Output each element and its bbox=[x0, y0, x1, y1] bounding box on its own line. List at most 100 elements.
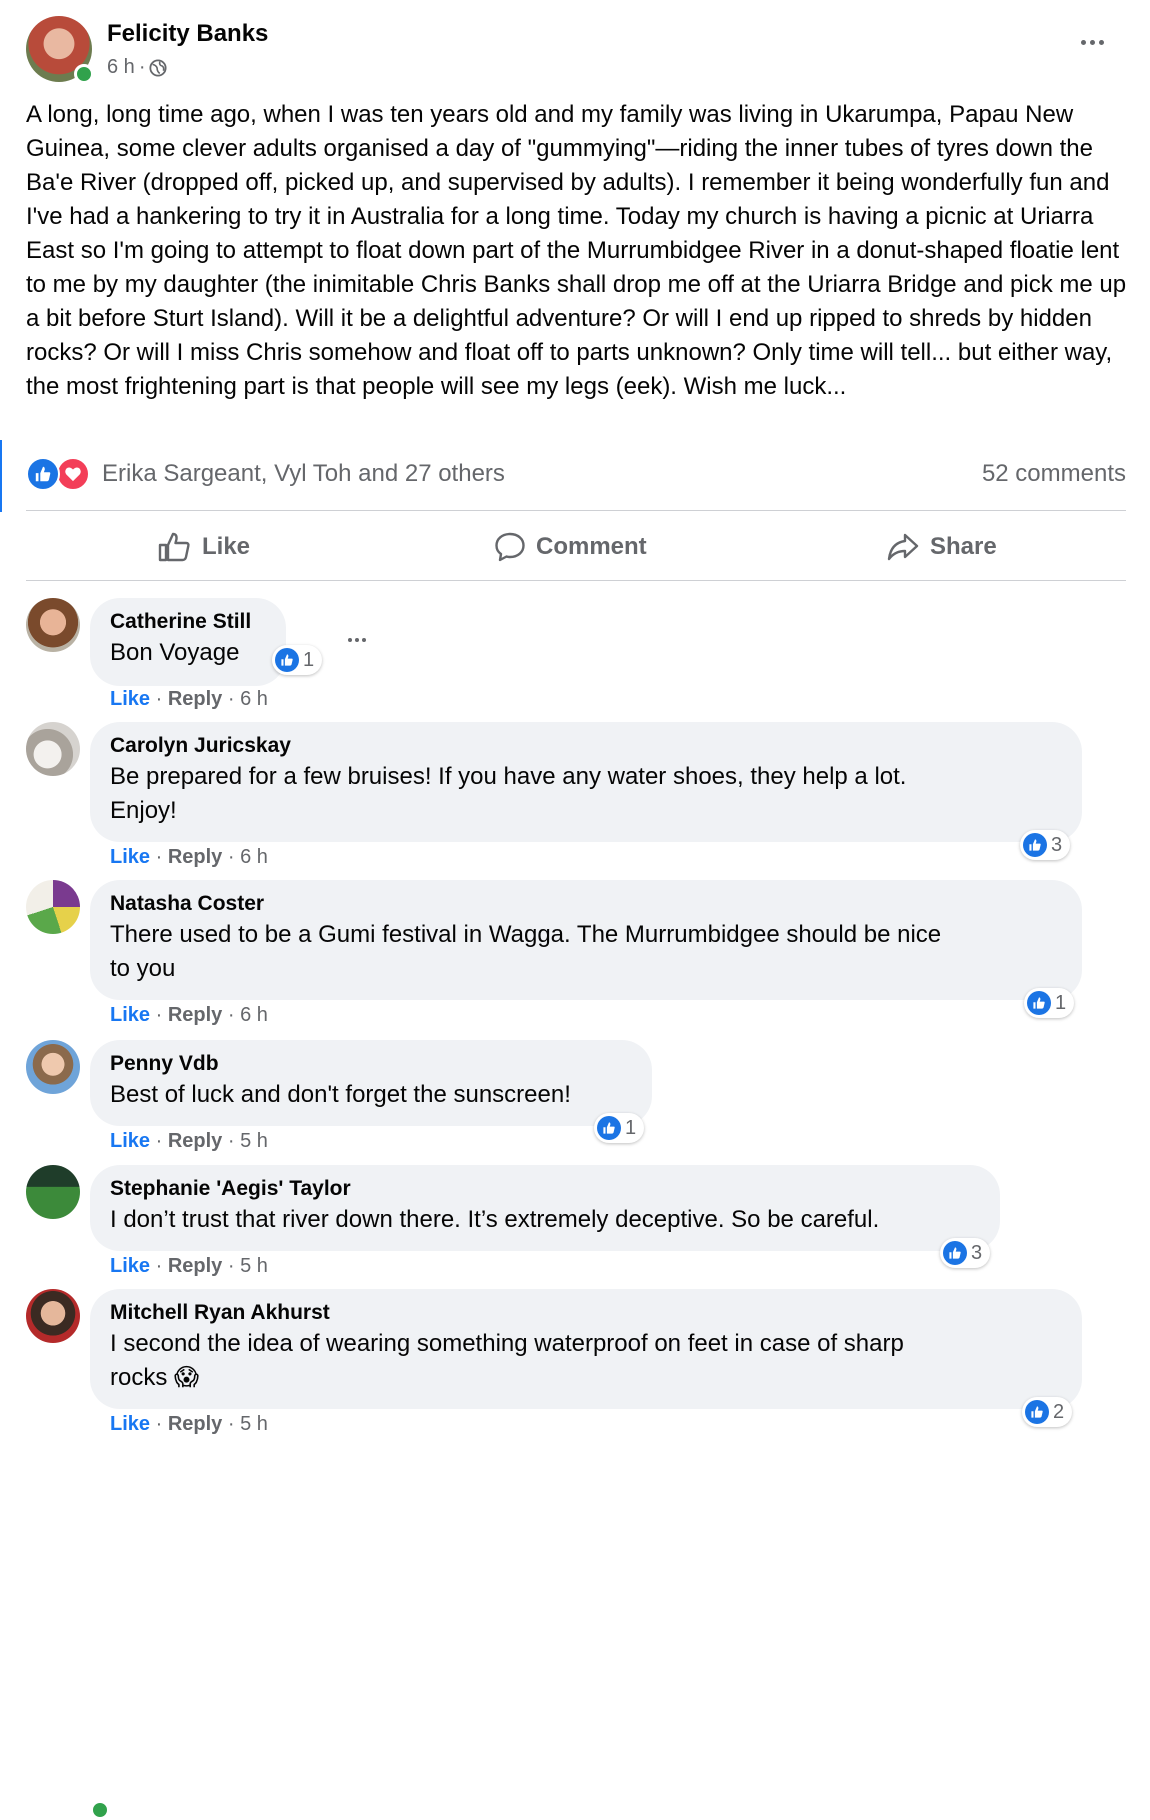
comment: Carolyn Juricskay Be prepared for a few … bbox=[26, 722, 1126, 872]
separator: · bbox=[227, 1413, 235, 1435]
thumbs-up-icon bbox=[158, 532, 190, 562]
separator: · bbox=[155, 1413, 163, 1435]
comment: Stephanie 'Aegis' Taylor I don’t trust t… bbox=[26, 1165, 1126, 1283]
comments-count[interactable]: 52 comments bbox=[982, 460, 1126, 488]
reaction-count: 3 bbox=[971, 1241, 983, 1264]
post-meta: 6 h · bbox=[107, 56, 168, 79]
separator: · bbox=[227, 1130, 235, 1152]
comment-reply-link[interactable]: Reply bbox=[168, 1130, 222, 1152]
commenter-avatar[interactable] bbox=[26, 598, 80, 652]
like-reaction-icon bbox=[275, 648, 299, 672]
comment-bubble: Mitchell Ryan Akhurst I second the idea … bbox=[90, 1289, 1082, 1409]
separator: · bbox=[155, 688, 163, 710]
comment-text: I don’t trust that river down there. It’… bbox=[110, 1206, 880, 1233]
love-reaction-icon bbox=[56, 457, 90, 491]
comment-reply-link[interactable]: Reply bbox=[168, 846, 222, 868]
post-more-options-icon[interactable] bbox=[1076, 32, 1108, 52]
online-status-dot bbox=[74, 64, 94, 84]
comment-like-link[interactable]: Like bbox=[110, 1004, 150, 1026]
comment: Penny Vdb Best of luck and don't forget … bbox=[26, 1040, 1126, 1158]
comment-time[interactable]: 6 h bbox=[240, 1004, 268, 1026]
commenter-name[interactable]: Stephanie 'Aegis' Taylor bbox=[110, 1175, 980, 1203]
comment-reply-link[interactable]: Reply bbox=[168, 1413, 222, 1435]
commenter-name[interactable]: Mitchell Ryan Akhurst bbox=[110, 1299, 1062, 1327]
separator: · bbox=[155, 1004, 163, 1026]
comment-reaction-count[interactable]: 1 bbox=[1024, 988, 1075, 1018]
comment-text: Be prepared for a few bruises! If you ha… bbox=[110, 763, 907, 790]
commenter-avatar[interactable] bbox=[26, 1165, 80, 1219]
divider-top bbox=[26, 510, 1126, 511]
separator: · bbox=[155, 1255, 163, 1277]
share-icon bbox=[887, 533, 919, 561]
reaction-count: 3 bbox=[1051, 833, 1063, 856]
separator: · bbox=[155, 1130, 163, 1152]
online-status-dot bbox=[90, 1800, 110, 1820]
comment-text: There used to be a Gumi festival in Wagg… bbox=[110, 921, 942, 948]
commenter-avatar[interactable] bbox=[26, 1040, 80, 1094]
share-button-label: Share bbox=[930, 533, 997, 560]
comment-like-link[interactable]: Like bbox=[110, 1130, 150, 1152]
commenter-name[interactable]: Carolyn Juricskay bbox=[110, 732, 1062, 760]
comment-bubble: Penny Vdb Best of luck and don't forget … bbox=[90, 1040, 652, 1126]
commenter-avatar[interactable] bbox=[26, 722, 80, 776]
like-reaction-icon bbox=[597, 1116, 621, 1140]
reaction-count: 2 bbox=[1053, 1400, 1065, 1423]
comment-reaction-count[interactable]: 2 bbox=[1022, 1397, 1073, 1427]
comment-bubble: Carolyn Juricskay Be prepared for a few … bbox=[90, 722, 1082, 842]
post-time[interactable]: 6 h bbox=[107, 56, 135, 79]
separator: · bbox=[227, 688, 235, 710]
comment-actions: Like · Reply · 5 h bbox=[110, 1255, 268, 1278]
separator: · bbox=[155, 846, 163, 868]
comment-button[interactable]: Comment bbox=[494, 526, 647, 568]
comment-time[interactable]: 5 h bbox=[240, 1130, 268, 1152]
left-accent-bar bbox=[0, 440, 2, 512]
comment-actions: Like · Reply · 6 h bbox=[110, 1004, 268, 1027]
comment-reply-link[interactable]: Reply bbox=[168, 688, 222, 710]
share-button[interactable]: Share bbox=[886, 526, 997, 568]
like-button[interactable]: Like bbox=[158, 526, 250, 568]
reaction-names[interactable]: Erika Sargeant, Vyl Toh and 27 others bbox=[102, 460, 505, 488]
commenter-name[interactable]: Natasha Coster bbox=[110, 890, 1062, 918]
commenter-avatar[interactable] bbox=[26, 880, 80, 934]
commenter-avatar[interactable] bbox=[26, 1289, 80, 1343]
comment-like-link[interactable]: Like bbox=[110, 846, 150, 868]
commenter-name[interactable]: Catherine Still bbox=[110, 608, 266, 636]
comment-reaction-count[interactable]: 3 bbox=[940, 1238, 991, 1268]
comment-like-link[interactable]: Like bbox=[110, 1413, 150, 1435]
comment-reaction-count[interactable]: 3 bbox=[1020, 830, 1071, 860]
post-author-name[interactable]: Felicity Banks bbox=[107, 20, 268, 48]
comment-time[interactable]: 5 h bbox=[240, 1413, 268, 1435]
comment-bubble: Catherine Still Bon Voyage bbox=[90, 598, 286, 686]
globe-icon bbox=[149, 58, 168, 77]
comment-text-continued: Enjoy! bbox=[110, 797, 177, 824]
reactions-summary: Erika Sargeant, Vyl Toh and 27 others 52… bbox=[26, 454, 1126, 496]
meta-separator: · bbox=[138, 56, 146, 78]
comment-reaction-count[interactable]: 1 bbox=[594, 1113, 645, 1143]
post-text: A long, long time ago, when I was ten ye… bbox=[26, 101, 1127, 400]
like-reaction-icon bbox=[1025, 1400, 1049, 1424]
comment-reply-link[interactable]: Reply bbox=[168, 1255, 222, 1277]
comment-actions: Like · Reply · 6 h bbox=[110, 688, 268, 711]
comment-time[interactable]: 5 h bbox=[240, 1255, 268, 1277]
comment-actions: Like · Reply · 6 h bbox=[110, 846, 268, 869]
comment-time[interactable]: 6 h bbox=[240, 688, 268, 710]
comment-reply-link[interactable]: Reply bbox=[168, 1004, 222, 1026]
comment-bubble: Stephanie 'Aegis' Taylor I don’t trust t… bbox=[90, 1165, 1000, 1251]
comment-reaction-count[interactable]: 1 bbox=[272, 645, 323, 675]
comment-like-link[interactable]: Like bbox=[110, 1255, 150, 1277]
comment-bubble: Natasha Coster There used to be a Gumi f… bbox=[90, 880, 1082, 1000]
like-reaction-icon bbox=[1027, 991, 1051, 1015]
comment-like-link[interactable]: Like bbox=[110, 688, 150, 710]
comment-text-continued: to you bbox=[110, 955, 176, 982]
commenter-name[interactable]: Penny Vdb bbox=[110, 1050, 632, 1078]
comment-icon bbox=[495, 532, 525, 562]
comment-time[interactable]: 6 h bbox=[240, 846, 268, 868]
like-reaction-icon bbox=[26, 457, 60, 491]
reaction-icons[interactable] bbox=[26, 457, 92, 491]
like-reaction-icon bbox=[943, 1241, 967, 1265]
separator: · bbox=[227, 846, 235, 868]
like-button-label: Like bbox=[202, 533, 251, 560]
comment-more-options-icon[interactable] bbox=[342, 630, 372, 650]
comment-text: Bon Voyage bbox=[110, 639, 240, 666]
post-header: Felicity Banks 6 h · bbox=[26, 14, 1126, 84]
